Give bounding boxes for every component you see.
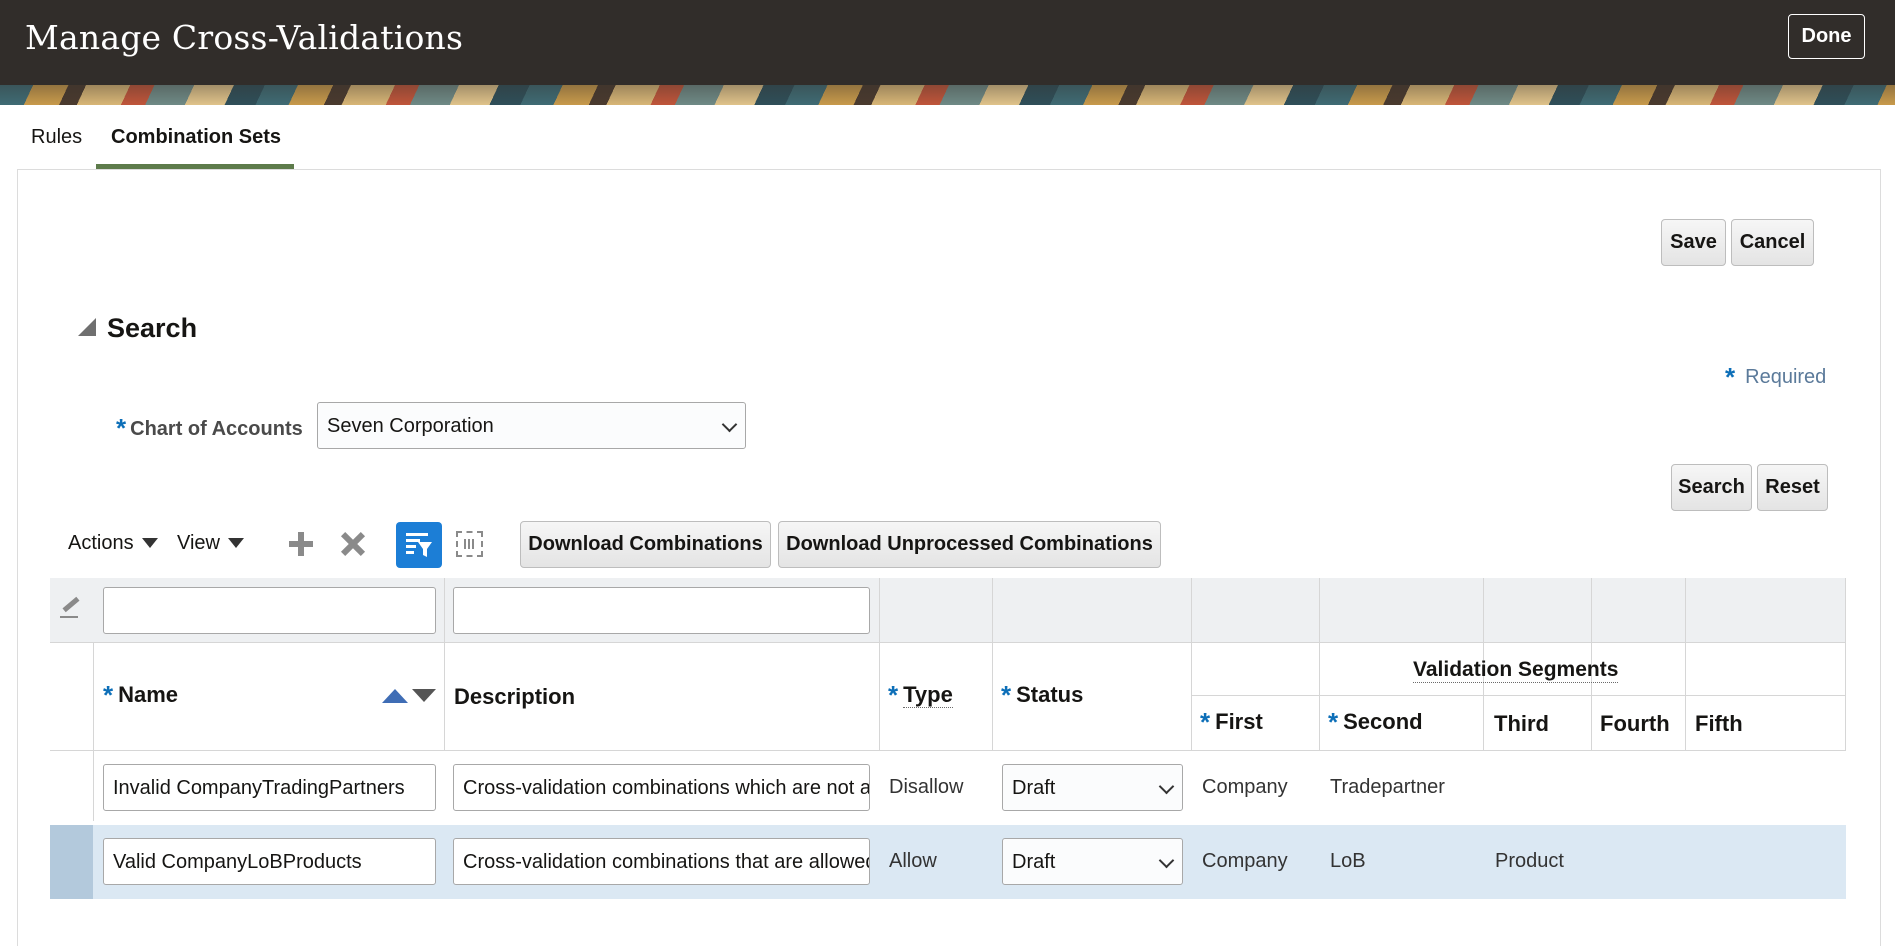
description-input[interactable]: Cross-validation combinations which are … (453, 764, 870, 811)
description-filter-input[interactable] (453, 587, 870, 634)
required-star-icon: * (1328, 707, 1339, 737)
chevron-down-icon (721, 416, 738, 433)
detach-icon[interactable] (456, 531, 483, 557)
required-star-icon: * (1200, 707, 1211, 737)
description-input[interactable]: Cross-validation combinations that are a… (453, 838, 870, 885)
page-header: Manage Cross-Validations Done (0, 0, 1895, 85)
name-input[interactable]: Valid CompanyLoBProducts (103, 838, 436, 885)
filter-icon (406, 533, 432, 557)
row-selection-marker (50, 825, 93, 899)
required-label: Required (1745, 366, 1827, 388)
column-header-type[interactable]: * Type (888, 680, 953, 711)
done-button[interactable]: Done (1788, 14, 1865, 59)
download-combinations-button[interactable]: Download Combinations (520, 521, 771, 568)
collapse-triangle-icon[interactable] (78, 318, 96, 336)
delete-icon[interactable] (339, 530, 367, 558)
actions-menu[interactable]: Actions (68, 532, 158, 555)
name-input[interactable]: Invalid CompanyTradingPartners (103, 764, 436, 811)
decorative-banner (0, 85, 1895, 105)
search-button[interactable]: Search (1671, 464, 1752, 511)
save-button[interactable]: Save (1661, 219, 1726, 266)
table-row-selected[interactable]: Valid CompanyLoBProducts Cross-validatio… (50, 825, 1846, 899)
combination-sets-table: * Name Description * Type * Status Validati… (50, 578, 1846, 899)
name-filter-input[interactable] (103, 587, 436, 634)
first-segment-value: Company (1202, 850, 1288, 872)
add-icon[interactable] (287, 530, 315, 558)
sort-descending-icon[interactable] (412, 689, 436, 702)
column-header-fourth[interactable]: Fourth (1600, 711, 1670, 737)
sort-ascending-icon[interactable] (382, 689, 408, 703)
chevron-down-icon (1158, 778, 1175, 795)
required-star-icon: * (103, 680, 114, 710)
status-select[interactable]: Draft (1002, 764, 1183, 811)
column-header-name[interactable]: * Name (103, 680, 178, 711)
column-header-description[interactable]: Description (454, 684, 575, 710)
view-menu[interactable]: View (177, 532, 244, 555)
column-header-status[interactable]: * Status (1001, 680, 1083, 711)
chart-of-accounts-select[interactable]: Seven Corporation (317, 402, 746, 449)
second-segment-value: LoB (1330, 850, 1366, 872)
chart-of-accounts-label: * Chart of Accounts (116, 413, 303, 443)
search-section-title[interactable]: Search (107, 313, 197, 344)
chevron-down-icon (1158, 852, 1175, 869)
first-segment-value: Company (1202, 776, 1288, 798)
column-group-validation-segments: Validation Segments (1413, 658, 1619, 683)
required-star-icon: * (1001, 680, 1012, 710)
required-legend: * Required (1725, 362, 1826, 393)
second-segment-value: Tradepartner (1330, 776, 1445, 798)
type-value: Allow (889, 850, 937, 872)
clear-filter-icon[interactable] (62, 596, 80, 613)
caret-down-icon (228, 538, 244, 548)
tab-rules[interactable]: Rules (31, 126, 82, 149)
page-title: Manage Cross-Validations (25, 18, 464, 57)
required-star-icon: * (888, 680, 899, 710)
caret-down-icon (141, 538, 158, 548)
column-header-second[interactable]: * Second (1328, 707, 1423, 738)
chart-of-accounts-value: Seven Corporation (327, 415, 494, 437)
required-star-icon: * (1725, 362, 1736, 392)
reset-button[interactable]: Reset (1757, 464, 1828, 511)
filter-row (50, 578, 1846, 643)
column-header-fifth[interactable]: Fifth (1695, 711, 1743, 737)
cancel-button[interactable]: Cancel (1731, 219, 1814, 266)
column-header-third[interactable]: Third (1494, 711, 1549, 737)
third-segment-value: Product (1495, 850, 1564, 872)
required-star-icon: * (116, 413, 127, 443)
type-value: Disallow (889, 776, 964, 798)
table-row[interactable]: Invalid CompanyTradingPartners Cross-val… (50, 751, 1846, 825)
tab-combination-sets[interactable]: Combination Sets (111, 126, 281, 149)
column-header-first[interactable]: * First (1200, 707, 1263, 738)
status-select[interactable]: Draft (1002, 838, 1183, 885)
query-by-example-icon[interactable] (396, 522, 442, 568)
download-unprocessed-combinations-button[interactable]: Download Unprocessed Combinations (778, 521, 1161, 568)
